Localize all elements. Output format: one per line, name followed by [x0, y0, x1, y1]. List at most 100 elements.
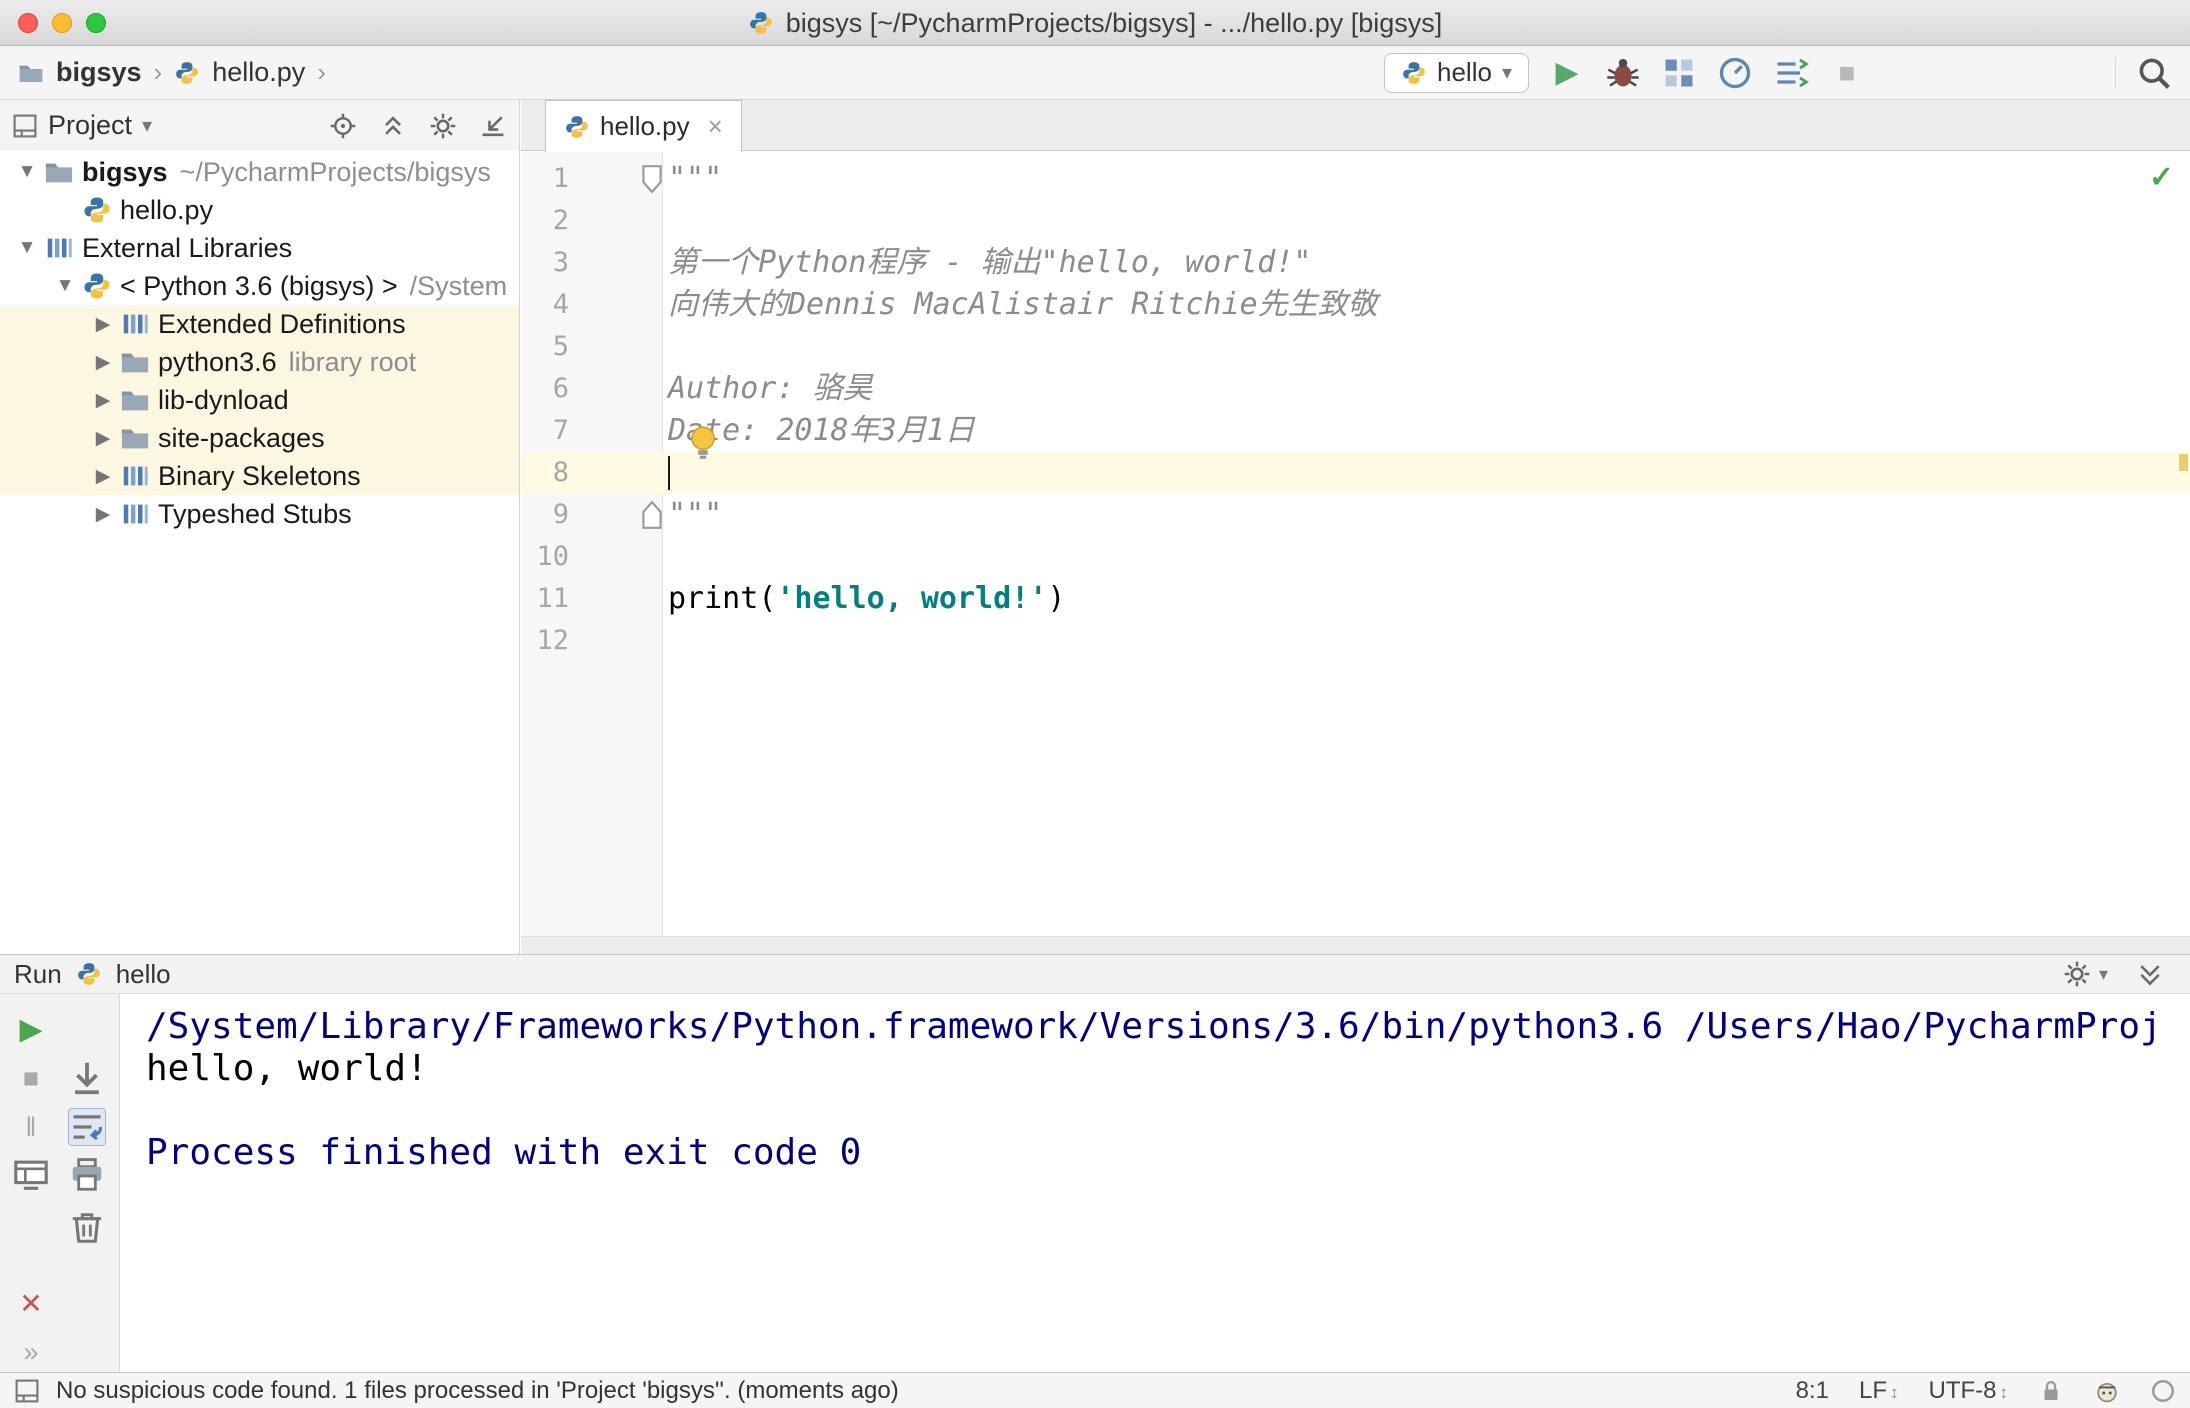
tree-row-python3-6[interactable]: ▶ python3.6 library root — [0, 343, 519, 381]
line-number: 8 — [552, 457, 569, 488]
status-message: No suspicious code found. 1 files proces… — [56, 1376, 899, 1404]
tree-expanded-chevron-icon[interactable]: ▼ — [10, 237, 44, 259]
chevron-down-icon[interactable]: ▾ — [142, 113, 152, 138]
window-file-icon — [748, 10, 774, 36]
profiler-button[interactable] — [1717, 55, 1753, 91]
console-output[interactable]: /System/Library/Frameworks/Python.framew… — [121, 994, 2190, 1372]
console-line-4: Process finished with exit code 0 — [146, 1132, 862, 1173]
folder-icon — [18, 60, 44, 86]
code-line-11[interactable]: 11 print('hello, world!') — [521, 578, 2190, 620]
tool-window-switcher-icon[interactable] — [14, 1378, 40, 1404]
error-stripe-current-line-mark[interactable] — [2179, 454, 2188, 471]
soft-wrap-button[interactable] — [68, 1108, 106, 1146]
thread-dump-button[interactable] — [1773, 55, 1809, 91]
code-line-9[interactable]: 9 """ — [521, 494, 2190, 536]
hide-tool-window-icon[interactable] — [2136, 960, 2164, 988]
project-view-icon — [12, 113, 38, 139]
tree-row-extended-definitions[interactable]: ▶ Extended Definitions — [0, 305, 519, 343]
code-editor[interactable]: 1 """ 2 3 第一个Python程序 - 输出"hello, world!" 4 向伟… — [521, 152, 2190, 936]
tree-node-label: lib-dynload — [158, 384, 289, 415]
encoding-widget[interactable]: UTF-8 ↕ — [1929, 1377, 2009, 1405]
clear-console-button[interactable] — [68, 1208, 106, 1246]
fold-region-end-icon[interactable] — [639, 500, 665, 530]
run-panel-header: Run hello ▾ — [0, 954, 2190, 994]
collapse-all-button[interactable] — [379, 112, 407, 140]
fold-region-start-icon[interactable] — [639, 164, 665, 194]
locate-file-button[interactable] — [329, 112, 357, 140]
python-icon — [1401, 60, 1427, 86]
code-line-6[interactable]: 6 Author: 骆昊 — [521, 368, 2190, 410]
chevron-down-icon: ▾ — [1501, 62, 1512, 84]
line-number: 3 — [552, 247, 569, 278]
more-actions-button[interactable]: » — [12, 1333, 50, 1371]
breadcrumb-file[interactable]: hello.py — [212, 57, 305, 88]
console-line-2: hello, world! — [146, 1048, 428, 1089]
close-tool-window-button[interactable]: ✕ — [12, 1284, 50, 1322]
editor-scrollbar-strip[interactable] — [521, 936, 2190, 954]
intention-bulb-icon[interactable] — [687, 424, 719, 462]
print-button[interactable] — [68, 1156, 106, 1194]
code-text: print('hello, world!') — [668, 581, 1066, 616]
line-number: 9 — [552, 499, 569, 530]
project-tool-window: Project ▾ ▼ bigsys ~/PycharmProjects/bigsy… — [0, 100, 520, 954]
hide-panel-button[interactable] — [479, 112, 507, 140]
run-button[interactable]: ▶ — [1549, 55, 1585, 91]
tree-expanded-chevron-icon[interactable]: ▼ — [10, 161, 44, 183]
tree-collapsed-chevron-icon[interactable]: ▶ — [86, 465, 120, 488]
tree-row-typeshed-stubs[interactable]: ▶ Typeshed Stubs — [0, 495, 519, 533]
stop-button[interactable]: ■ — [12, 1059, 50, 1097]
code-line-1[interactable]: 1 """ — [521, 158, 2190, 200]
run-panel-title[interactable]: Run — [14, 959, 62, 990]
tree-node-label: Typeshed Stubs — [158, 498, 352, 529]
gear-icon[interactable] — [429, 112, 457, 140]
tree-row-site-packages[interactable]: ▶ site-packages — [0, 419, 519, 457]
run-configuration-selector[interactable]: hello ▾ — [1384, 52, 1529, 93]
search-everywhere-button[interactable] — [2136, 55, 2172, 91]
inspections-ok-icon[interactable]: ✓ — [2149, 160, 2174, 195]
code-line-3[interactable]: 3 第一个Python程序 - 输出"hello, world!" — [521, 242, 2190, 284]
tree-row-hello-py[interactable]: hello.py — [0, 191, 519, 229]
hector-inspector-icon[interactable] — [2094, 1378, 2120, 1404]
tree-collapsed-chevron-icon[interactable]: ▶ — [86, 389, 120, 412]
gear-icon[interactable] — [2063, 960, 2091, 988]
background-tasks-icon[interactable] — [2150, 1378, 2176, 1404]
tree-collapsed-chevron-icon[interactable]: ▶ — [86, 503, 120, 526]
debug-button[interactable] — [1605, 55, 1641, 91]
rerun-button[interactable]: ▶ — [12, 1010, 50, 1048]
code-line-7[interactable]: 7 Date: 2018年3月1日 — [521, 410, 2190, 452]
code-line-12[interactable]: 12 — [521, 620, 2190, 662]
code-line-4[interactable]: 4 向伟大的Dennis MacAlistair Ritchie先生致敬 — [521, 284, 2190, 326]
breadcrumb-project[interactable]: bigsys — [56, 57, 142, 88]
write-access-lock-icon[interactable] — [2038, 1378, 2064, 1404]
folder-icon — [44, 157, 74, 187]
tree-row-python-3-6-bigsys[interactable]: ▼ < Python 3.6 (bigsys) > /System — [0, 267, 519, 305]
tree-row-binary-skeletons[interactable]: ▶ Binary Skeletons — [0, 457, 519, 495]
caret-position-widget[interactable]: 8:1 — [1796, 1377, 1829, 1405]
scroll-to-end-button[interactable] — [68, 1059, 106, 1097]
breadcrumb-separator-icon: › — [317, 57, 326, 87]
tree-row-lib-dynload[interactable]: ▶ lib-dynload — [0, 381, 519, 419]
editor-tab-hello-py[interactable]: hello.py × — [545, 100, 742, 152]
tree-collapsed-chevron-icon[interactable]: ▶ — [86, 351, 120, 374]
close-tab-icon[interactable]: × — [708, 111, 723, 142]
tree-expanded-chevron-icon[interactable]: ▼ — [48, 275, 82, 297]
library-icon — [120, 461, 150, 491]
tree-node-label: python3.6 — [158, 346, 277, 377]
stop-button[interactable]: ■ — [1829, 55, 1865, 91]
code-line-2[interactable]: 2 — [521, 200, 2190, 242]
updown-icon: ↕ — [1999, 1382, 2009, 1402]
line-separator-widget[interactable]: LF ↕ — [1859, 1377, 1899, 1405]
pause-output-button[interactable]: ‖ — [12, 1108, 50, 1146]
breadcrumb-separator-icon: › — [153, 57, 163, 87]
line-number: 2 — [552, 205, 569, 236]
project-panel-title[interactable]: Project — [48, 110, 132, 141]
restore-layout-button[interactable] — [12, 1156, 50, 1194]
code-line-10[interactable]: 10 — [521, 536, 2190, 578]
tree-collapsed-chevron-icon[interactable]: ▶ — [86, 427, 120, 450]
tree-row-external-libraries[interactable]: ▼ External Libraries — [0, 229, 519, 267]
tree-collapsed-chevron-icon[interactable]: ▶ — [86, 313, 120, 336]
code-line-8[interactable]: 8 — [521, 452, 2190, 494]
run-with-coverage-button[interactable] — [1661, 55, 1697, 91]
code-line-5[interactable]: 5 — [521, 326, 2190, 368]
tree-row-bigsys[interactable]: ▼ bigsys ~/PycharmProjects/bigsys — [0, 153, 519, 191]
